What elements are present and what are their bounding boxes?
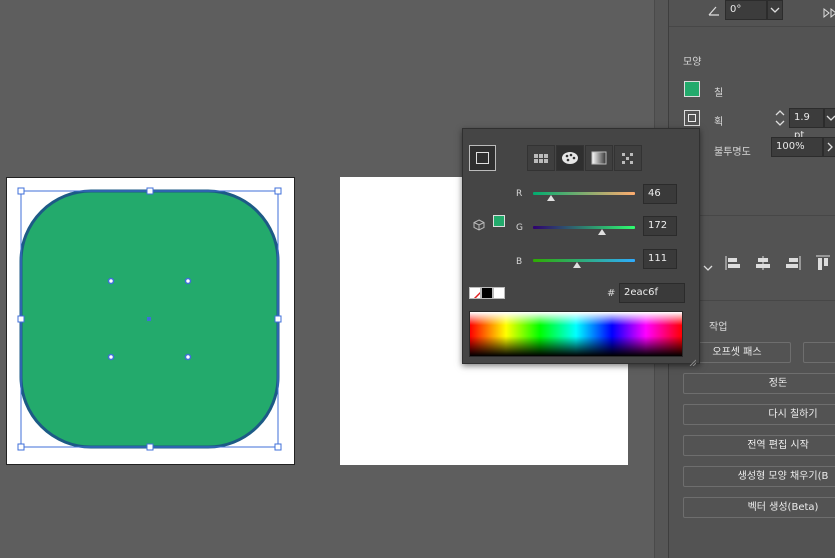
- g-slider-track[interactable]: [533, 226, 635, 229]
- opacity-field[interactable]: 100%: [771, 137, 823, 157]
- chevron-down-icon: [770, 7, 780, 13]
- hex-value-field[interactable]: 2eac6f: [619, 283, 685, 303]
- r-label: R: [516, 189, 523, 199]
- corner-widget-br: [184, 353, 192, 361]
- handle-bottom-mid: [146, 443, 154, 451]
- r-value-field[interactable]: 46: [643, 184, 677, 204]
- b-slider-track[interactable]: [533, 259, 635, 262]
- align-right-icon[interactable]: [785, 255, 801, 275]
- handle-top-right: [274, 187, 282, 195]
- stroke-weight-dropdown[interactable]: [824, 108, 835, 128]
- generative-shape-fill-button[interactable]: 생성형 모양 채우기(B: [683, 466, 835, 487]
- palette-icon: [562, 152, 578, 164]
- stroke-stepper[interactable]: [773, 108, 789, 128]
- align-dropdown-icon[interactable]: [703, 257, 713, 276]
- g-slider-thumb[interactable]: [598, 229, 606, 235]
- more-actions-button[interactable]: [803, 342, 835, 363]
- pattern-mode-tab[interactable]: [614, 145, 642, 171]
- cube-icon: [473, 216, 485, 235]
- global-edit-button[interactable]: 전역 편집 시작: [683, 435, 835, 456]
- none-swatch[interactable]: [469, 287, 481, 299]
- stroke-swatch[interactable]: [684, 110, 700, 126]
- stroke-label: 획: [714, 117, 724, 128]
- g-value-field[interactable]: 172: [643, 216, 677, 236]
- stroke-target-toggle[interactable]: [469, 145, 496, 171]
- corner-widget-tr: [184, 277, 192, 285]
- resize-grip-icon[interactable]: [688, 351, 697, 370]
- rounded-rectangle-shape[interactable]: [6, 177, 295, 465]
- opacity-dropdown[interactable]: [823, 137, 835, 157]
- gradient-icon: [591, 151, 607, 165]
- white-swatch[interactable]: [493, 287, 505, 299]
- swatches-mode-tab[interactable]: [527, 145, 555, 171]
- corner-widget-bl: [107, 353, 115, 361]
- quick-actions-title: 작업: [709, 322, 728, 333]
- pattern-icon: [622, 153, 633, 164]
- center-point: [147, 317, 151, 321]
- angle-field[interactable]: 0°: [725, 0, 767, 20]
- handle-mid-right: [274, 315, 282, 323]
- handle-bottom-left: [17, 443, 25, 451]
- g-label: G: [516, 223, 523, 233]
- handle-top-left: [17, 187, 25, 195]
- stroke-weight-field[interactable]: 1.9 pt: [789, 108, 824, 141]
- corner-widget-tl: [107, 277, 115, 285]
- color-picker-popup[interactable]: R 46 G 172 B 111 # 2eac6f: [462, 128, 700, 367]
- handle-top-mid: [146, 187, 154, 195]
- appearance-title: 모양: [683, 57, 702, 68]
- align-center-icon[interactable]: [755, 255, 771, 275]
- swatches-icon: [534, 154, 548, 163]
- b-slider-thumb[interactable]: [573, 262, 581, 268]
- vector-generate-button[interactable]: 벡터 생성(Beta): [683, 497, 835, 518]
- fill-label: 칠: [714, 88, 724, 99]
- align-left-icon[interactable]: [725, 255, 741, 275]
- color-mixer-mode-tab[interactable]: [556, 145, 584, 171]
- handle-bottom-right: [274, 443, 282, 451]
- angle-icon: [707, 2, 721, 21]
- chevron-right-icon: [827, 142, 833, 152]
- align-top-icon[interactable]: [815, 255, 831, 275]
- b-value-field[interactable]: 111: [643, 249, 677, 269]
- chevron-down-icon: [826, 115, 835, 121]
- opacity-label: 불투명도: [714, 147, 751, 158]
- divider: [669, 26, 835, 27]
- flip-icon[interactable]: [823, 4, 835, 23]
- b-label: B: [516, 257, 523, 267]
- gradient-mode-tab[interactable]: [585, 145, 613, 171]
- r-slider-thumb[interactable]: [547, 195, 555, 201]
- angle-dropdown-button[interactable]: [767, 0, 783, 20]
- handle-mid-left: [17, 315, 25, 323]
- no-color-icon: [473, 291, 480, 298]
- arrange-button[interactable]: 정돈: [683, 373, 835, 394]
- recolor-button[interactable]: 다시 칠하기: [683, 404, 835, 425]
- current-color-swatch: [493, 215, 505, 227]
- color-spectrum[interactable]: [469, 311, 683, 357]
- hex-symbol: #: [607, 288, 616, 299]
- fill-swatch[interactable]: [684, 81, 700, 97]
- black-swatch[interactable]: [481, 287, 493, 299]
